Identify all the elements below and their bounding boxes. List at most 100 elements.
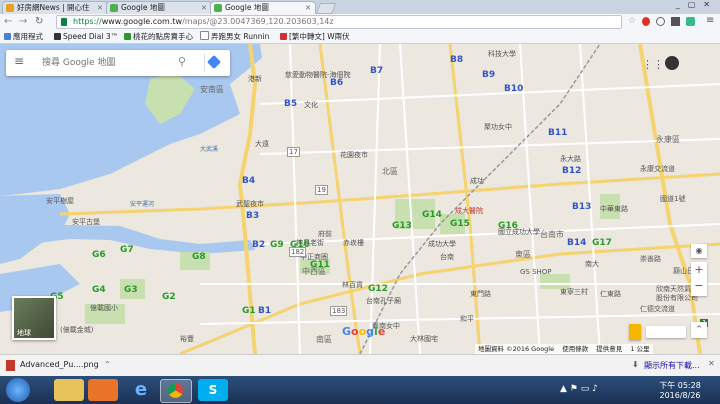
star-icon[interactable]: ☆ bbox=[628, 16, 636, 26]
place-label[interactable]: 安平古堡 bbox=[72, 217, 100, 227]
place-label[interactable]: 裕豐 bbox=[180, 334, 194, 344]
zoom-out-button[interactable]: − bbox=[691, 278, 707, 294]
place-label[interactable]: 欣南天然氣 bbox=[656, 284, 691, 294]
blue-marker[interactable]: B4 bbox=[242, 176, 255, 186]
map-canvas[interactable]: 慈愛動物醫院-海佃院 安平古堡 安平樹屋 武聖夜市 花園夜市 神農老街 赤崁樓 … bbox=[0, 44, 720, 354]
bookmark-translation[interactable]: [繁中轉文] W兩伏 bbox=[280, 31, 350, 43]
imagery-strip[interactable] bbox=[646, 326, 686, 338]
green-marker[interactable]: G7 bbox=[120, 245, 134, 255]
close-icon[interactable]: ✕ bbox=[97, 2, 103, 14]
place-label[interactable]: 南大 bbox=[585, 259, 599, 269]
download-item[interactable]: Advanced_Pu....png bbox=[20, 360, 99, 369]
satellite-toggle[interactable]: 地球 bbox=[12, 296, 56, 340]
blue-marker[interactable]: B11 bbox=[548, 128, 567, 138]
feedback-link[interactable]: 提供意見 bbox=[596, 345, 622, 353]
extension-icon[interactable] bbox=[656, 17, 665, 26]
blue-marker[interactable]: B13 bbox=[572, 202, 591, 212]
address-bar[interactable]: https://www.google.com.tw/maps/@23.00473… bbox=[56, 15, 622, 29]
new-tab-button[interactable] bbox=[315, 3, 337, 14]
place-label[interactable]: 科技大學 bbox=[488, 49, 516, 59]
bookmark-peach[interactable]: 桃花的點房賣手心 bbox=[124, 31, 193, 43]
blue-marker[interactable]: B7 bbox=[370, 66, 383, 76]
place-label[interactable]: 安平樹屋 bbox=[46, 196, 74, 206]
close-icon[interactable]: ✕ bbox=[708, 359, 715, 368]
green-marker[interactable]: G12 bbox=[368, 284, 388, 294]
green-marker[interactable]: G10 bbox=[290, 240, 310, 250]
blue-marker[interactable]: B8 bbox=[450, 55, 463, 65]
place-label[interactable]: 永康交流道 bbox=[640, 164, 675, 174]
place-label[interactable]: 仁德交流道 bbox=[640, 304, 675, 314]
clock[interactable]: 下午 05:28 2016/8/26 bbox=[648, 380, 712, 400]
forward-icon[interactable]: → bbox=[19, 16, 27, 27]
explorer-icon[interactable] bbox=[54, 379, 84, 401]
close-icon[interactable]: ✕ bbox=[305, 2, 311, 14]
place-label[interactable]: GS SHOP bbox=[520, 268, 552, 276]
terms-link[interactable]: 使用條款 bbox=[562, 345, 588, 353]
opera-icon[interactable] bbox=[642, 17, 650, 26]
ie-icon[interactable]: e bbox=[126, 379, 156, 401]
tray-icons[interactable]: ▲ ⚑ ▭ ♪ bbox=[560, 384, 598, 394]
chrome-icon[interactable] bbox=[160, 379, 192, 403]
green-marker[interactable]: G14 bbox=[422, 210, 442, 220]
close-icon[interactable]: ✕ bbox=[201, 2, 207, 14]
blue-marker[interactable]: B6 bbox=[330, 78, 343, 88]
green-marker[interactable]: G8 bbox=[192, 252, 206, 262]
expand-icon[interactable]: ⌃ bbox=[691, 322, 707, 338]
place-label[interactable]: 花園夜市 bbox=[340, 150, 368, 160]
window-controls[interactable]: _▢✕ bbox=[676, 0, 718, 13]
show-all-downloads-link[interactable]: 顯示所有下載... bbox=[644, 360, 700, 371]
place-label[interactable]: 和平 bbox=[460, 314, 474, 324]
place-label[interactable]: 東寧三村 bbox=[560, 287, 588, 297]
place-label[interactable]: 府前 bbox=[318, 229, 332, 239]
chevron-up-icon[interactable]: ⌃ bbox=[104, 360, 111, 369]
place-label[interactable]: 港新 bbox=[248, 74, 262, 84]
media-player-icon[interactable] bbox=[88, 379, 118, 401]
zoom-in-button[interactable]: + bbox=[691, 262, 707, 278]
search-input[interactable] bbox=[42, 55, 182, 71]
apps-grid-icon[interactable]: ⋮⋮ bbox=[642, 58, 664, 71]
place-label[interactable]: 文化 bbox=[304, 100, 318, 110]
my-location-icon[interactable]: ◉ bbox=[691, 244, 707, 258]
blue-marker[interactable]: B14 bbox=[567, 238, 586, 248]
place-label[interactable]: 林百貨 bbox=[342, 280, 363, 290]
green-marker[interactable]: G6 bbox=[92, 250, 106, 260]
back-icon[interactable]: ← bbox=[4, 16, 12, 27]
blue-marker[interactable]: B3 bbox=[246, 211, 259, 221]
bookmark-speed-dial[interactable]: Speed Dial 3™ bbox=[54, 31, 118, 43]
directions-button[interactable] bbox=[204, 54, 223, 72]
blue-marker[interactable]: B10 bbox=[504, 84, 523, 94]
start-button[interactable] bbox=[6, 378, 30, 402]
green-marker[interactable]: G15 bbox=[450, 219, 470, 229]
green-marker[interactable]: G17 bbox=[592, 238, 612, 248]
green-marker[interactable]: G1 bbox=[242, 306, 256, 316]
tab-google-maps-2[interactable]: Google 地圖 ✕ bbox=[210, 1, 316, 14]
blue-marker[interactable]: B2 bbox=[252, 240, 265, 250]
green-marker[interactable]: G3 bbox=[124, 285, 138, 295]
pegman-icon[interactable] bbox=[629, 324, 641, 340]
search-icon[interactable]: ⚲ bbox=[178, 55, 186, 68]
place-label[interactable]: 武聖夜市 bbox=[236, 199, 264, 209]
green-marker[interactable]: G9 bbox=[270, 240, 284, 250]
extension-icon[interactable] bbox=[686, 17, 695, 26]
menu-icon[interactable]: ≡ bbox=[706, 15, 714, 26]
tab-news[interactable]: 好房網News | 開心住 ✕ bbox=[2, 1, 108, 14]
place-label[interactable]: 成功大學 bbox=[428, 239, 456, 249]
place-label[interactable]: 聚功女中 bbox=[484, 122, 512, 132]
blue-marker[interactable]: B9 bbox=[482, 70, 495, 80]
green-marker[interactable]: G11 bbox=[310, 260, 330, 270]
green-marker[interactable]: G4 bbox=[92, 285, 106, 295]
place-label[interactable]: (億載金城) bbox=[60, 325, 93, 335]
place-label[interactable]: 成功 bbox=[470, 176, 484, 186]
tab-google-maps-1[interactable]: Google 地圖 ✕ bbox=[106, 1, 212, 14]
extension-icon[interactable] bbox=[671, 17, 680, 26]
place-label[interactable]: 台南孔子廟 bbox=[366, 296, 401, 306]
place-label[interactable]: 成大醫院 bbox=[455, 206, 483, 216]
bookmark-apps[interactable]: 應用程式 bbox=[4, 31, 43, 43]
scale-bar[interactable]: 1 公里 bbox=[630, 345, 649, 353]
bookmark-running[interactable]: 弄跑男女 Runnin bbox=[200, 31, 269, 43]
place-label[interactable]: 大林國宅 bbox=[410, 334, 438, 344]
place-label[interactable]: 億載國小 bbox=[90, 303, 118, 313]
blue-marker[interactable]: B1 bbox=[258, 306, 271, 316]
green-marker[interactable]: G16 bbox=[498, 221, 518, 231]
reload-icon[interactable]: ↻ bbox=[35, 16, 43, 27]
